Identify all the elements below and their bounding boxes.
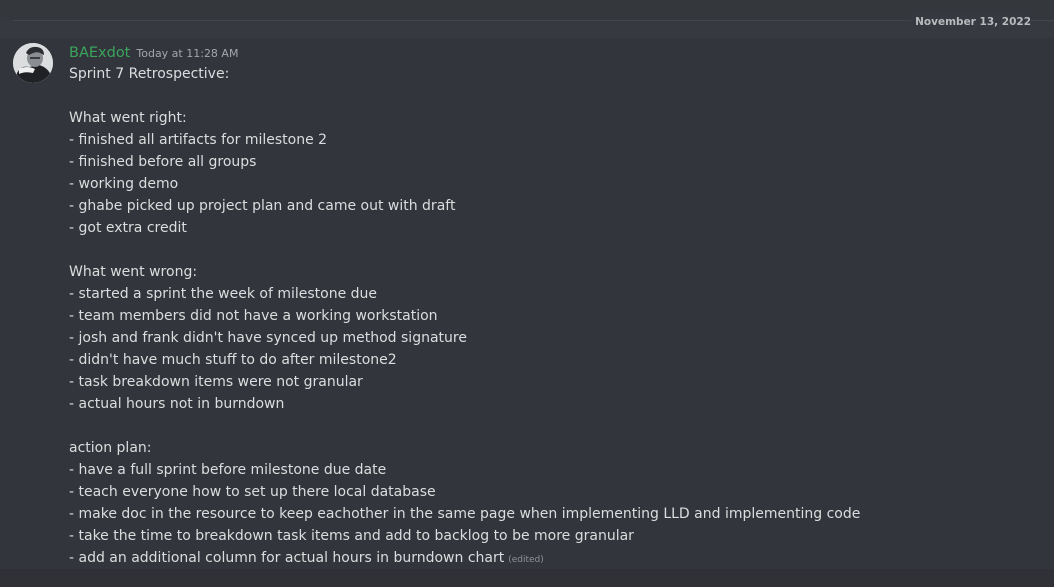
user-avatar[interactable] [13, 43, 53, 83]
username[interactable]: BAExdot [69, 45, 130, 61]
message-line: - make doc in the resource to keep eacho… [69, 506, 861, 522]
message-content: Sprint 7 Retrospective: What went right:… [69, 63, 1039, 569]
message-line: - teach everyone how to set up there loc… [69, 484, 436, 500]
message-line: - task breakdown items were not granular [69, 374, 363, 390]
message-line: - got extra credit [69, 220, 187, 236]
message-line: - didn't have much stuff to do after mil… [69, 352, 397, 368]
message-line: - finished all artifacts for milestone 2 [69, 132, 328, 148]
next-message-area [0, 569, 1054, 587]
message-line: - ghabe picked up project plan and came … [69, 198, 456, 214]
chat-message[interactable]: BAExdot Today at 11:28 AM Sprint 7 Retros… [0, 38, 1054, 569]
previous-message-area [0, 0, 1054, 20]
message-line: - actual hours not in burndown [69, 396, 285, 412]
message-line: - working demo [69, 176, 179, 192]
message-line: - team members did not have a working wo… [69, 308, 438, 324]
message-line: - finished before all groups [69, 154, 257, 170]
message-line: Sprint 7 Retrospective: [69, 66, 230, 82]
message-line: - have a full sprint before milestone du… [69, 462, 387, 478]
message-line-last: - add an additional column for actual ho… [69, 547, 1039, 569]
date-divider [13, 20, 1054, 21]
avatar-photo-icon [13, 43, 53, 83]
message-line-text: - add an additional column for actual ho… [69, 550, 505, 566]
message-header: BAExdot Today at 11:28 AM [69, 42, 238, 64]
message-line [69, 85, 1039, 107]
message-line: What went wrong: [69, 264, 198, 280]
edited-indicator: (edited) [508, 555, 544, 565]
message-timestamp[interactable]: Today at 11:28 AM [136, 47, 238, 60]
message-line: - started a sprint the week of milestone… [69, 286, 378, 302]
message-line: - josh and frank didn't have synced up m… [69, 330, 467, 346]
message-line [69, 239, 1039, 261]
message-line: What went right: [69, 110, 187, 126]
message-line: - take the time to breakdown task items … [69, 528, 634, 544]
message-line [69, 415, 1039, 437]
date-divider-label: November 13, 2022 [911, 15, 1031, 29]
message-line: action plan: [69, 440, 152, 456]
